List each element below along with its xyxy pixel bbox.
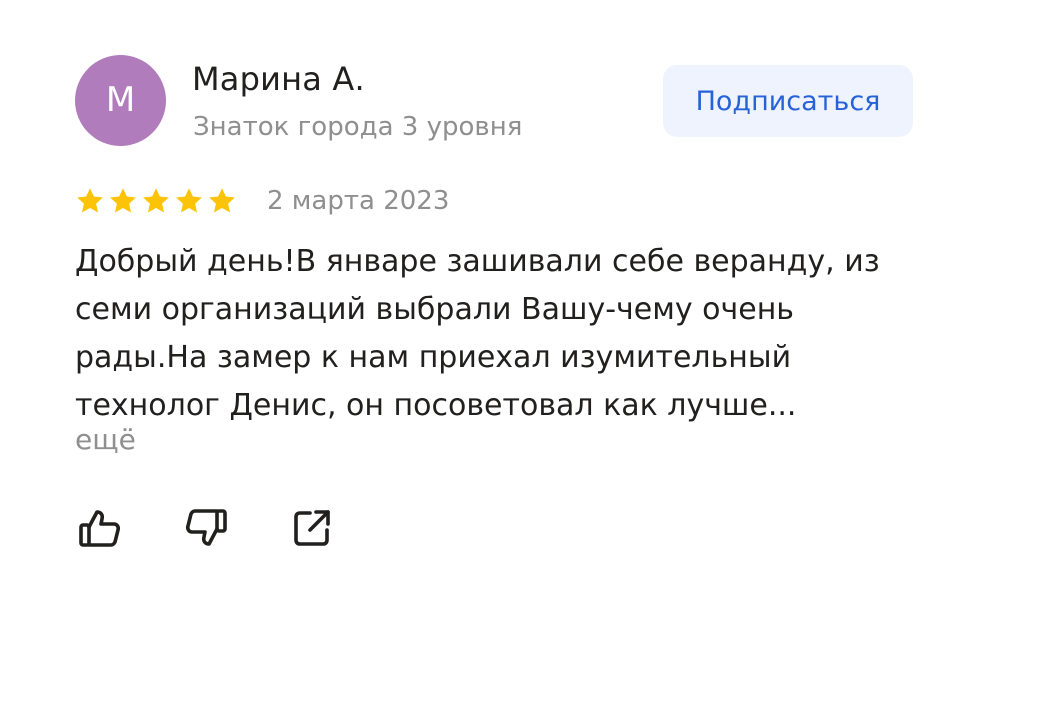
review-meta: 2 марта 2023 <box>75 183 449 219</box>
dislike-button[interactable] <box>181 503 231 553</box>
share-icon <box>294 510 330 546</box>
review-actions <box>75 503 337 553</box>
author-name[interactable]: Марина А. <box>192 60 365 98</box>
review-card: М Марина А. Знаток города 3 уровня Подпи… <box>75 55 935 547</box>
star-icon <box>176 188 202 213</box>
review-text: Добрый день!В январе зашивали себе веран… <box>75 244 880 423</box>
subscribe-button[interactable]: Подписаться <box>663 65 913 137</box>
star-icon <box>209 188 235 213</box>
author-level: Знаток города 3 уровня <box>193 112 523 142</box>
like-button[interactable] <box>75 503 125 553</box>
star-icon <box>77 188 103 213</box>
rating-stars <box>75 186 237 216</box>
avatar[interactable]: М <box>75 55 166 146</box>
thumb-down-icon <box>185 509 227 546</box>
review-date: 2 марта 2023 <box>267 186 450 216</box>
star-icon <box>143 188 169 213</box>
review-header: М Марина А. Знаток города 3 уровня Подпи… <box>75 55 935 147</box>
show-more-link[interactable]: ещё <box>75 423 136 456</box>
thumb-up-icon <box>79 510 121 547</box>
share-button[interactable] <box>287 503 337 553</box>
star-icon <box>110 188 136 213</box>
